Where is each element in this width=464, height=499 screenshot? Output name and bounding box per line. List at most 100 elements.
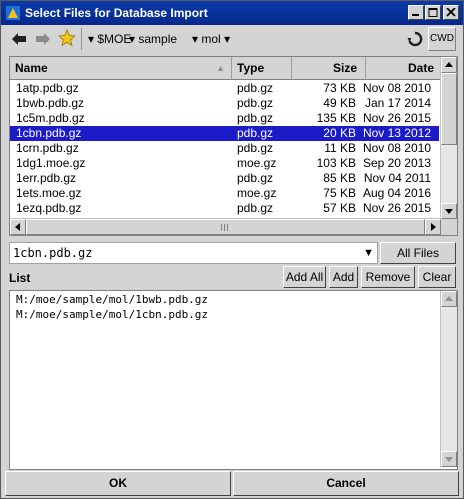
dropdown-icon: ▾ — [88, 32, 95, 46]
cell-date: Aug 04 2016 — [362, 186, 431, 200]
close-icon — [446, 8, 456, 17]
cell-type: moe.gz — [237, 186, 277, 200]
path-segment-sample: sample — [138, 32, 178, 46]
refresh-icon — [407, 31, 423, 47]
ok-button[interactable]: OK — [5, 471, 231, 496]
cwd-button[interactable]: CWD — [428, 27, 456, 51]
column-header-size[interactable]: Size — [292, 57, 366, 80]
cell-size: 135 KB — [316, 111, 356, 125]
cell-size: 73 KB — [323, 81, 356, 95]
cell-name: 1ezq.pdb.gz — [16, 201, 82, 215]
list-item[interactable]: M:/moe/sample/mol/1cbn.pdb.gz — [16, 308, 208, 321]
cell-type: pdb.gz — [237, 171, 274, 185]
cell-size: 20 KB — [323, 126, 356, 140]
cell-date: Sep 20 2013 — [362, 156, 431, 170]
cell-type: pdb.gz — [237, 126, 274, 140]
cell-size: 75 KB — [323, 186, 356, 200]
cell-name: 1c5m.pdb.gz — [16, 111, 85, 125]
toolbar-divider — [81, 28, 82, 50]
scroll-down-icon — [445, 457, 453, 462]
scroll-down-icon — [445, 209, 453, 214]
scroll-up-button[interactable] — [441, 291, 457, 307]
vertical-scrollbar[interactable] — [440, 57, 457, 219]
forward-button[interactable] — [32, 27, 54, 51]
cancel-button[interactable]: Cancel — [233, 471, 459, 496]
cell-name: 1atp.pdb.gz — [16, 81, 79, 95]
file-filter-button[interactable]: All Files — [380, 242, 456, 264]
cell-name: 1dg1.moe.gz — [16, 156, 86, 170]
cell-name: 1ets.moe.gz — [16, 186, 82, 200]
dropdown-icon[interactable]: ▼ — [363, 243, 374, 263]
scroll-up-icon — [445, 62, 453, 67]
back-button[interactable] — [8, 27, 30, 51]
table-row[interactable]: 1crn.pdb.gz pdb.gz 11 KB Nov 08 2010 — [10, 141, 439, 156]
horizontal-scroll-thumb[interactable] — [26, 219, 425, 235]
cell-type: pdb.gz — [237, 111, 274, 125]
clear-button[interactable]: Clear — [418, 266, 456, 288]
scroll-down-button[interactable] — [441, 203, 457, 219]
app-icon — [5, 5, 21, 21]
maximize-icon — [428, 8, 438, 17]
filename-field[interactable]: 1cbn.pdb.gz ▼ — [9, 242, 378, 264]
column-header-name[interactable]: Name ▲ — [10, 57, 232, 80]
import-list[interactable]: M:/moe/sample/mol/1bwb.pdb.gz M:/moe/sam… — [9, 290, 458, 470]
window-title: Select Files for Database Import — [25, 6, 208, 20]
scroll-right-button[interactable] — [425, 219, 441, 235]
close-button[interactable] — [443, 5, 459, 20]
cell-date: Nov 13 2012 — [362, 126, 431, 140]
cell-date: Jan 17 2014 — [364, 96, 431, 110]
refresh-button[interactable] — [404, 27, 426, 51]
horizontal-scrollbar[interactable] — [10, 218, 441, 235]
dialog-window: Select Files for Database Import ▾ $MOE … — [0, 0, 464, 499]
cell-date: Nov 08 2010 — [362, 81, 431, 95]
back-arrow-icon — [12, 33, 26, 45]
path-dropdown-root[interactable]: ▾ $MOE — [88, 32, 131, 46]
column-header-date[interactable]: Date — [366, 57, 441, 80]
table-row[interactable]: 1err.pdb.gz pdb.gz 85 KB Nov 04 2011 — [10, 171, 439, 186]
scroll-down-button[interactable] — [441, 451, 457, 467]
dropdown-icon: ▾ — [129, 32, 136, 46]
remove-button[interactable]: Remove — [361, 266, 415, 288]
path-segment-mol: mol — [201, 32, 221, 46]
cell-type: pdb.gz — [237, 81, 274, 95]
table-row[interactable]: 1ets.moe.gz moe.gz 75 KB Aug 04 2016 — [10, 186, 439, 201]
cell-size: 85 KB — [323, 171, 356, 185]
title-bar[interactable]: Select Files for Database Import — [1, 1, 463, 25]
table-row[interactable]: 1atp.pdb.gz pdb.gz 73 KB Nov 08 2010 — [10, 81, 439, 96]
path-segment-sample-dropdown[interactable]: ▾ sample — [129, 32, 177, 46]
scroll-up-button[interactable] — [441, 57, 457, 73]
dropdown-icon: ▾ — [224, 32, 231, 46]
star-icon — [58, 29, 76, 47]
cell-size: 57 KB — [323, 201, 356, 215]
cell-size: 49 KB — [323, 96, 356, 110]
cell-date: Nov 26 2015 — [362, 201, 431, 215]
cell-name: 1err.pdb.gz — [16, 171, 77, 185]
table-row[interactable]: 1ezq.pdb.gz pdb.gz 57 KB Nov 26 2015 — [10, 201, 439, 216]
table-row[interactable]: 1c5m.pdb.gz pdb.gz 135 KB Nov 26 2015 — [10, 111, 439, 126]
vertical-scroll-thumb[interactable] — [441, 73, 457, 145]
path-segment-mol-dropdown[interactable]: ▾ mol ▾ — [192, 32, 230, 46]
column-header-type[interactable]: Type — [232, 57, 292, 80]
list-label: List — [9, 271, 31, 285]
toolbar: ▾ $MOE ▾ sample ▾ mol ▾ CWD — [4, 27, 460, 53]
cell-type: moe.gz — [237, 156, 277, 170]
minimize-button[interactable] — [408, 5, 424, 20]
scroll-left-button[interactable] — [10, 219, 26, 235]
file-list[interactable]: Name ▲ Type Size Date 1atp.pdb.gz pdb.gz 7… — [9, 56, 458, 236]
add-all-button[interactable]: Add All — [283, 266, 326, 288]
maximize-button[interactable] — [425, 5, 441, 20]
favorites-button[interactable] — [56, 27, 78, 51]
cell-date: Nov 08 2010 — [362, 141, 431, 155]
table-row-selected[interactable]: 1cbn.pdb.gz pdb.gz 20 KB Nov 13 2012 — [10, 126, 439, 141]
cell-size: 103 KB — [316, 156, 356, 170]
list-item[interactable]: M:/moe/sample/mol/1bwb.pdb.gz — [16, 293, 208, 306]
table-row[interactable]: 1bwb.pdb.gz pdb.gz 49 KB Jan 17 2014 — [10, 96, 439, 111]
minimize-icon — [412, 14, 419, 16]
table-row[interactable]: 1dg1.moe.gz moe.gz 103 KB Sep 20 2013 — [10, 156, 439, 171]
add-button[interactable]: Add — [329, 266, 358, 288]
cell-name: 1bwb.pdb.gz — [16, 96, 85, 110]
list-vertical-scrollbar[interactable] — [440, 291, 457, 467]
cell-type: pdb.gz — [237, 141, 274, 155]
cell-type: pdb.gz — [237, 201, 274, 215]
scroll-up-icon — [445, 296, 453, 301]
